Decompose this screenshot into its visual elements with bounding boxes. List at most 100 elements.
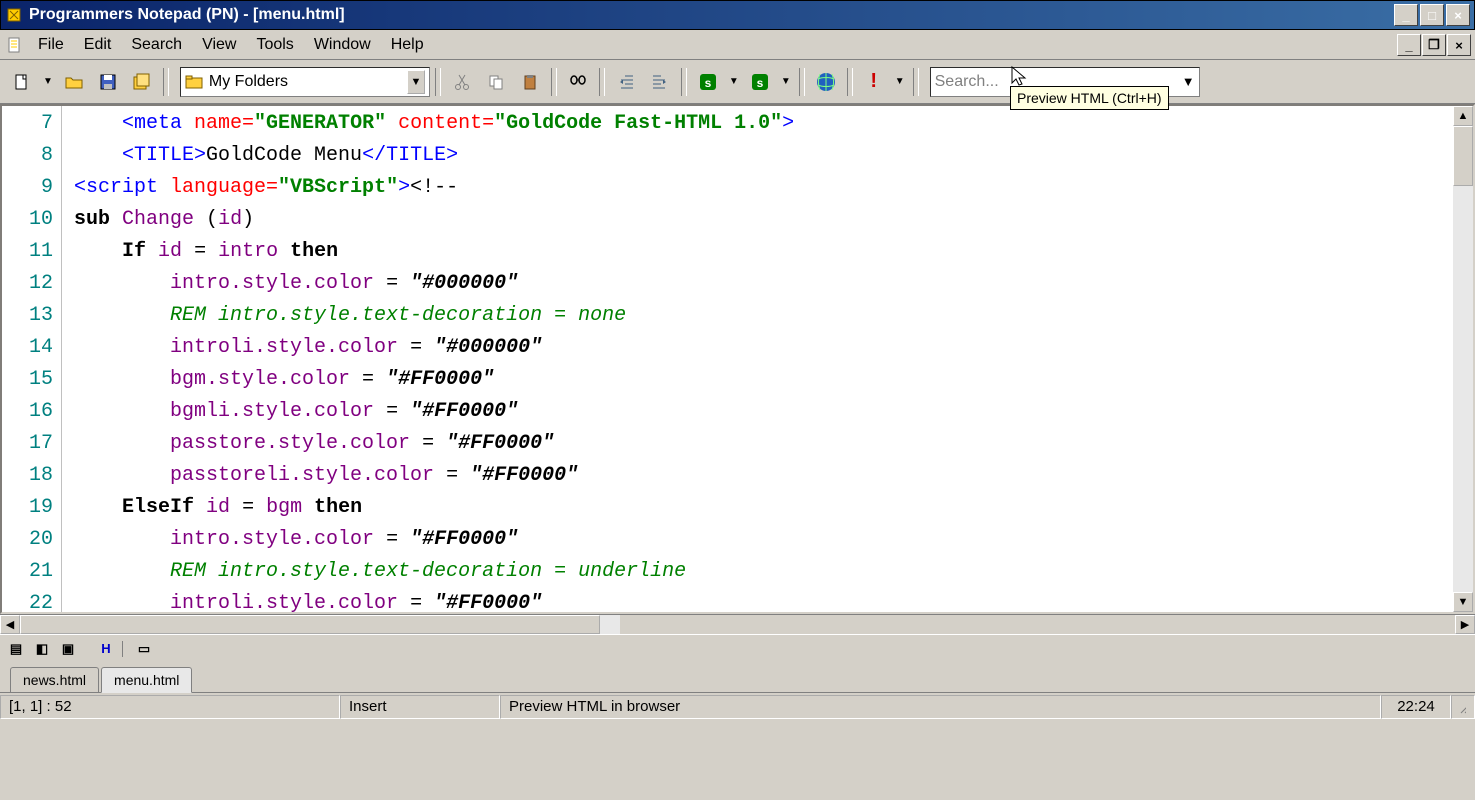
line-number: 8 (2, 140, 53, 172)
code-line[interactable]: bgm.style.color = "#FF0000" (74, 364, 1453, 396)
error-dropdown[interactable]: ▼ (892, 76, 908, 87)
status-mode: Insert (340, 695, 500, 719)
script-button-2[interactable]: s (744, 66, 776, 98)
code-line[interactable]: intro.style.color = "#FF0000" (74, 524, 1453, 556)
code-line[interactable]: passtore.style.color = "#FF0000" (74, 428, 1453, 460)
line-number: 18 (2, 460, 53, 492)
menu-window[interactable]: Window (304, 32, 381, 58)
line-number: 19 (2, 492, 53, 524)
line-number: 15 (2, 364, 53, 396)
code-line[interactable]: REM intro.style.text-decoration = underl… (74, 556, 1453, 588)
tab-news-html[interactable]: news.html (10, 667, 99, 692)
scroll-up-button[interactable]: ▲ (1453, 106, 1473, 126)
line-number: 16 (2, 396, 53, 428)
line-number: 11 (2, 236, 53, 268)
copy-button[interactable] (480, 66, 512, 98)
doc-icon (6, 36, 24, 54)
script-button-1[interactable]: s (692, 66, 724, 98)
vertical-scrollbar[interactable]: ▲ ▼ (1453, 106, 1473, 612)
line-number: 21 (2, 556, 53, 588)
status-position: [1, 1] : 52 (0, 695, 340, 719)
folder-combo-text: My Folders (209, 73, 407, 91)
menu-search[interactable]: Search (121, 32, 192, 58)
hscroll-thumb[interactable] (20, 615, 600, 634)
script2-dropdown[interactable]: ▼ (778, 76, 794, 87)
code-line[interactable]: <script language="VBScript"><!-- (74, 172, 1453, 204)
horizontal-scrollbar[interactable]: ◀ ▶ (0, 614, 1475, 634)
line-number: 7 (2, 108, 53, 140)
new-dropdown[interactable]: ▼ (40, 76, 56, 87)
editor[interactable]: 78910111213141516171819202122 <meta name… (0, 104, 1475, 614)
mini-btn-2[interactable]: ◧ (32, 639, 52, 659)
folder-combo-arrow[interactable]: ▼ (407, 70, 425, 94)
mini-btn-h[interactable]: H (96, 639, 116, 659)
search-combo-arrow[interactable]: ▼ (1182, 74, 1195, 89)
svg-text:s: s (705, 76, 712, 90)
document-tabs: news.htmlmenu.html (0, 662, 1475, 692)
code-line[interactable]: <meta name="GENERATOR" content="GoldCode… (74, 108, 1453, 140)
code-line[interactable]: bgmli.style.color = "#FF0000" (74, 396, 1453, 428)
minimize-button[interactable]: _ (1394, 4, 1418, 26)
status-time: 22:24 (1381, 695, 1451, 719)
folder-icon (185, 74, 205, 90)
toolbar: ▼ My Folders ▼ s ▼ s ▼ ! ▼ Search... ▼ P… (0, 60, 1475, 104)
save-all-button[interactable] (126, 66, 158, 98)
resize-grip[interactable] (1451, 695, 1475, 719)
titlebar: Programmers Notepad (PN) - [menu.html] _… (0, 0, 1475, 30)
scroll-down-button[interactable]: ▼ (1453, 592, 1473, 612)
folder-combo[interactable]: My Folders ▼ (180, 67, 430, 97)
vscroll-thumb[interactable] (1453, 126, 1473, 186)
code-line[interactable]: introli.style.color = "#FF0000" (74, 588, 1453, 612)
paste-button[interactable] (514, 66, 546, 98)
line-number: 10 (2, 204, 53, 236)
statusbar: [1, 1] : 52 Insert Preview HTML in brows… (0, 692, 1475, 720)
code-line[interactable]: introli.style.color = "#000000" (74, 332, 1453, 364)
save-button[interactable] (92, 66, 124, 98)
error-button[interactable]: ! (858, 66, 890, 98)
window-title: Programmers Notepad (PN) - [menu.html] (29, 6, 1394, 24)
line-number: 17 (2, 428, 53, 460)
code-line[interactable]: intro.style.color = "#000000" (74, 268, 1453, 300)
line-number: 20 (2, 524, 53, 556)
mdi-close-button[interactable]: × (1447, 34, 1471, 56)
menu-edit[interactable]: Edit (74, 32, 122, 58)
indent-button[interactable] (644, 66, 676, 98)
tab-menu-html[interactable]: menu.html (101, 667, 192, 693)
line-gutter: 78910111213141516171819202122 (2, 106, 62, 612)
menu-help[interactable]: Help (381, 32, 434, 58)
code-line[interactable]: REM intro.style.text-decoration = none (74, 300, 1453, 332)
new-file-button[interactable] (6, 66, 38, 98)
tooltip: Preview HTML (Ctrl+H) (1010, 86, 1169, 110)
line-number: 12 (2, 268, 53, 300)
outdent-button[interactable] (610, 66, 642, 98)
code-line[interactable]: <TITLE>GoldCode Menu</TITLE> (74, 140, 1453, 172)
svg-text:s: s (756, 76, 763, 90)
mdi-minimize-button[interactable]: _ (1397, 34, 1421, 56)
code-area[interactable]: <meta name="GENERATOR" content="GoldCode… (62, 106, 1453, 612)
mini-btn-3[interactable]: ▣ (58, 639, 78, 659)
status-hint: Preview HTML in browser (500, 695, 1381, 719)
menu-tools[interactable]: Tools (246, 32, 303, 58)
menubar: FileEditSearchViewToolsWindowHelp _ ❐ × (0, 30, 1475, 60)
code-line[interactable]: passtoreli.style.color = "#FF0000" (74, 460, 1453, 492)
script1-dropdown[interactable]: ▼ (726, 76, 742, 87)
mini-btn-1[interactable]: ▤ (6, 639, 26, 659)
code-line[interactable]: sub Change (id) (74, 204, 1453, 236)
open-file-button[interactable] (58, 66, 90, 98)
mini-btn-rect[interactable]: ▭ (134, 639, 154, 659)
maximize-button[interactable]: □ (1420, 4, 1444, 26)
mdi-restore-button[interactable]: ❐ (1422, 34, 1446, 56)
menu-file[interactable]: File (28, 32, 74, 58)
line-number: 9 (2, 172, 53, 204)
line-number: 14 (2, 332, 53, 364)
find-button[interactable] (562, 66, 594, 98)
preview-html-button[interactable] (810, 66, 842, 98)
code-line[interactable]: If id = intro then (74, 236, 1453, 268)
cut-button[interactable] (446, 66, 478, 98)
line-number: 13 (2, 300, 53, 332)
close-button[interactable]: × (1446, 4, 1470, 26)
app-icon (5, 6, 23, 24)
code-line[interactable]: ElseIf id = bgm then (74, 492, 1453, 524)
menu-view[interactable]: View (192, 32, 246, 58)
scroll-right-button[interactable]: ▶ (1455, 615, 1475, 634)
